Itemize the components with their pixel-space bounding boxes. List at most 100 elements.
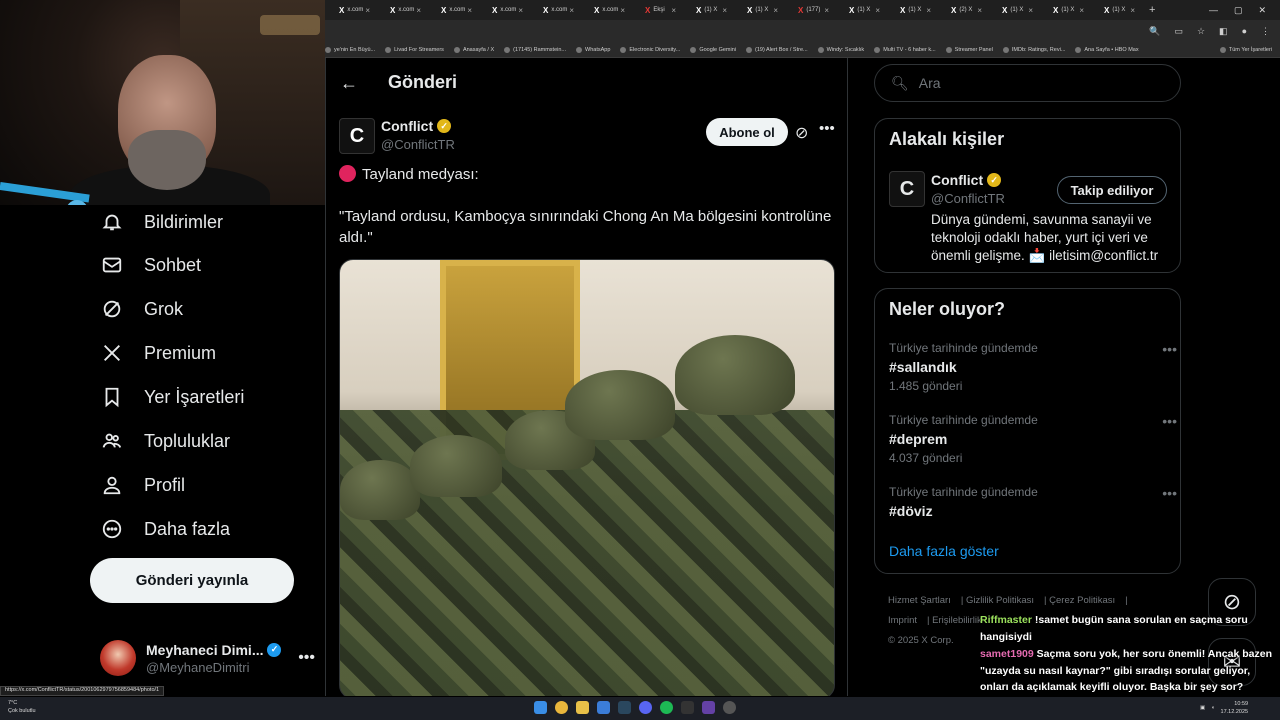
bookmark-item[interactable]: Anasayfa / X xyxy=(453,46,494,53)
epic-icon[interactable] xyxy=(681,701,694,714)
more-icon[interactable]: ••• xyxy=(1162,485,1177,501)
bookmark-item[interactable]: Streamer Panel xyxy=(945,46,993,53)
tab-close-icon[interactable]: × xyxy=(416,6,421,15)
tab-close-icon[interactable]: × xyxy=(824,6,829,15)
author-name[interactable]: Conflict ✓ xyxy=(381,118,452,134)
app-icon[interactable] xyxy=(597,701,610,714)
bookmark-item[interactable]: ye'nin En Büyü... xyxy=(325,46,375,53)
tab-close-icon[interactable]: × xyxy=(518,6,523,15)
show-more-link[interactable]: Daha fazla göster xyxy=(889,543,999,559)
bookmark-item[interactable]: Electronic Diversity... xyxy=(620,46,680,53)
star-icon[interactable]: ☆ xyxy=(1197,26,1205,37)
author-handle[interactable]: @ConflictTR xyxy=(381,137,455,152)
browser-tab[interactable]: X Ekşi × xyxy=(631,0,682,20)
trend-item[interactable]: Türkiye tarihinde gündemde #döviz ••• xyxy=(889,485,1177,519)
browser-tab[interactable]: X (1) X × xyxy=(988,0,1039,20)
author-avatar[interactable]: C xyxy=(339,118,375,154)
tab-close-icon[interactable]: × xyxy=(365,6,370,15)
nav-item-grok[interactable]: Grok xyxy=(100,297,183,321)
zoom-icon[interactable]: 🔍 xyxy=(1149,26,1160,37)
browser-tab[interactable]: X (2) X × xyxy=(937,0,988,20)
footer-link[interactable]: Hizmet Şartları xyxy=(888,595,951,606)
chrome-icon[interactable] xyxy=(555,701,568,714)
obs-icon[interactable] xyxy=(702,701,715,714)
browser-tab[interactable]: Xx.com × xyxy=(325,0,376,20)
cast-icon[interactable]: ▭ xyxy=(1174,26,1183,37)
clock[interactable]: 10:59 17.12.2025 xyxy=(1221,700,1249,716)
spotify-icon[interactable] xyxy=(660,701,673,714)
tab-close-icon[interactable]: × xyxy=(569,6,574,15)
network-icon[interactable]: ▣ xyxy=(1200,705,1205,711)
post-button[interactable]: Gönderi yayınla xyxy=(90,558,294,603)
more-icon[interactable]: ••• xyxy=(1162,341,1177,357)
tab-close-icon[interactable]: × xyxy=(1079,6,1084,15)
start-icon[interactable] xyxy=(534,701,547,714)
nav-item-profile[interactable]: Profil xyxy=(100,473,185,497)
browser-tab[interactable]: Xx.com × xyxy=(529,0,580,20)
related-avatar[interactable]: C xyxy=(889,171,925,207)
weather-widget[interactable]: 7°C Çok bulutlu xyxy=(8,699,36,715)
browser-tab[interactable]: X (1) X × xyxy=(835,0,886,20)
tab-close-icon[interactable]: × xyxy=(926,6,931,15)
browser-tab[interactable]: X (177) × xyxy=(784,0,835,20)
bookmark-item[interactable]: IMDb: Ratings, Revi... xyxy=(1002,46,1065,53)
menu-icon[interactable]: ⋮ xyxy=(1261,26,1270,37)
account-switcher[interactable]: Meyhaneci Dimi... ✓ @MeyhaneDimitri ••• xyxy=(100,637,315,679)
bookmark-item[interactable]: (17145) Rammstein... xyxy=(504,46,566,53)
trend-item[interactable]: Türkiye tarihinde gündemde #deprem 4.037… xyxy=(889,413,1177,465)
browser-tab[interactable]: X (1) X × xyxy=(682,0,733,20)
footer-link[interactable]: Çerez Politikası xyxy=(1049,595,1115,606)
more-icon[interactable]: ••• xyxy=(1162,413,1177,429)
browser-tab[interactable]: X (1) X × xyxy=(733,0,784,20)
more-icon[interactable]: ••• xyxy=(819,120,835,137)
tab-close-icon[interactable]: × xyxy=(467,6,472,15)
tab-close-icon[interactable]: × xyxy=(671,6,676,15)
tab-close-icon[interactable]: × xyxy=(1130,6,1135,15)
bookmark-item[interactable]: WhatsApp xyxy=(576,46,610,53)
footer-link[interactable]: Imprint xyxy=(888,615,917,626)
following-button[interactable]: Takip ediliyor xyxy=(1057,176,1167,204)
nav-item-more[interactable]: Daha fazla xyxy=(100,517,230,541)
browser-tab[interactable]: Xx.com × xyxy=(427,0,478,20)
steam-icon[interactable] xyxy=(618,701,631,714)
browser-tab[interactable]: Xx.com × xyxy=(478,0,529,20)
discord-icon[interactable] xyxy=(639,701,652,714)
nav-item-chat[interactable]: Sohbet xyxy=(100,253,201,277)
footer-link[interactable]: Erişilebilirlik xyxy=(932,615,982,626)
tab-close-icon[interactable]: × xyxy=(722,6,727,15)
back-arrow-icon[interactable]: ← xyxy=(340,73,358,94)
extensions-icon[interactable]: ◧ xyxy=(1219,26,1228,37)
new-tab-button[interactable]: + xyxy=(1141,4,1163,16)
nav-item-bookmarks[interactable]: Yer İşaretleri xyxy=(100,385,244,409)
bookmark-item[interactable]: (19) Alert Box / Stre... xyxy=(746,46,808,53)
explorer-icon[interactable] xyxy=(576,701,589,714)
bookmark-item[interactable]: Windy: Sıcaklık xyxy=(817,46,864,53)
nav-item-communities[interactable]: Topluluklar xyxy=(100,429,230,453)
subscribe-button[interactable]: Abone ol xyxy=(706,118,788,146)
minimize-icon[interactable]: — xyxy=(1209,5,1218,16)
volume-icon[interactable]: ◖ xyxy=(1211,705,1214,711)
tab-close-icon[interactable]: × xyxy=(977,6,982,15)
browser-tab[interactable]: Xx.com × xyxy=(580,0,631,20)
profile-icon[interactable]: ● xyxy=(1242,26,1247,36)
grok-icon[interactable]: ⊘ xyxy=(795,123,808,143)
bookmark-item[interactable]: Multi TV - 6 haber k... xyxy=(874,46,936,53)
browser-tab[interactable]: X (1) X × xyxy=(1039,0,1090,20)
tab-close-icon[interactable]: × xyxy=(1028,6,1033,15)
browser-tab[interactable]: X (1) X × xyxy=(886,0,937,20)
bookmark-item[interactable]: Livad For Streamers xyxy=(385,46,444,53)
post-image[interactable] xyxy=(339,259,835,696)
maximize-icon[interactable]: ▢ xyxy=(1234,5,1243,16)
all-bookmarks[interactable]: Tüm Yer İşaretleri xyxy=(1219,46,1280,53)
related-handle[interactable]: @ConflictTR xyxy=(931,191,1005,206)
trend-item[interactable]: Türkiye tarihinde gündemde #sallandık 1.… xyxy=(889,341,1177,393)
browser-tab[interactable]: Xx.com × xyxy=(376,0,427,20)
footer-link[interactable]: Gizlilik Politikası xyxy=(966,595,1034,606)
tab-close-icon[interactable]: × xyxy=(773,6,778,15)
tab-close-icon[interactable]: × xyxy=(875,6,880,15)
search-input[interactable]: 🔍︎ Ara xyxy=(874,64,1181,102)
app-icon[interactable] xyxy=(723,701,736,714)
nav-item-premium[interactable]: Premium xyxy=(100,341,216,365)
bookmark-item[interactable]: Google Gemini xyxy=(690,46,736,53)
account-more-icon[interactable]: ••• xyxy=(298,649,315,667)
